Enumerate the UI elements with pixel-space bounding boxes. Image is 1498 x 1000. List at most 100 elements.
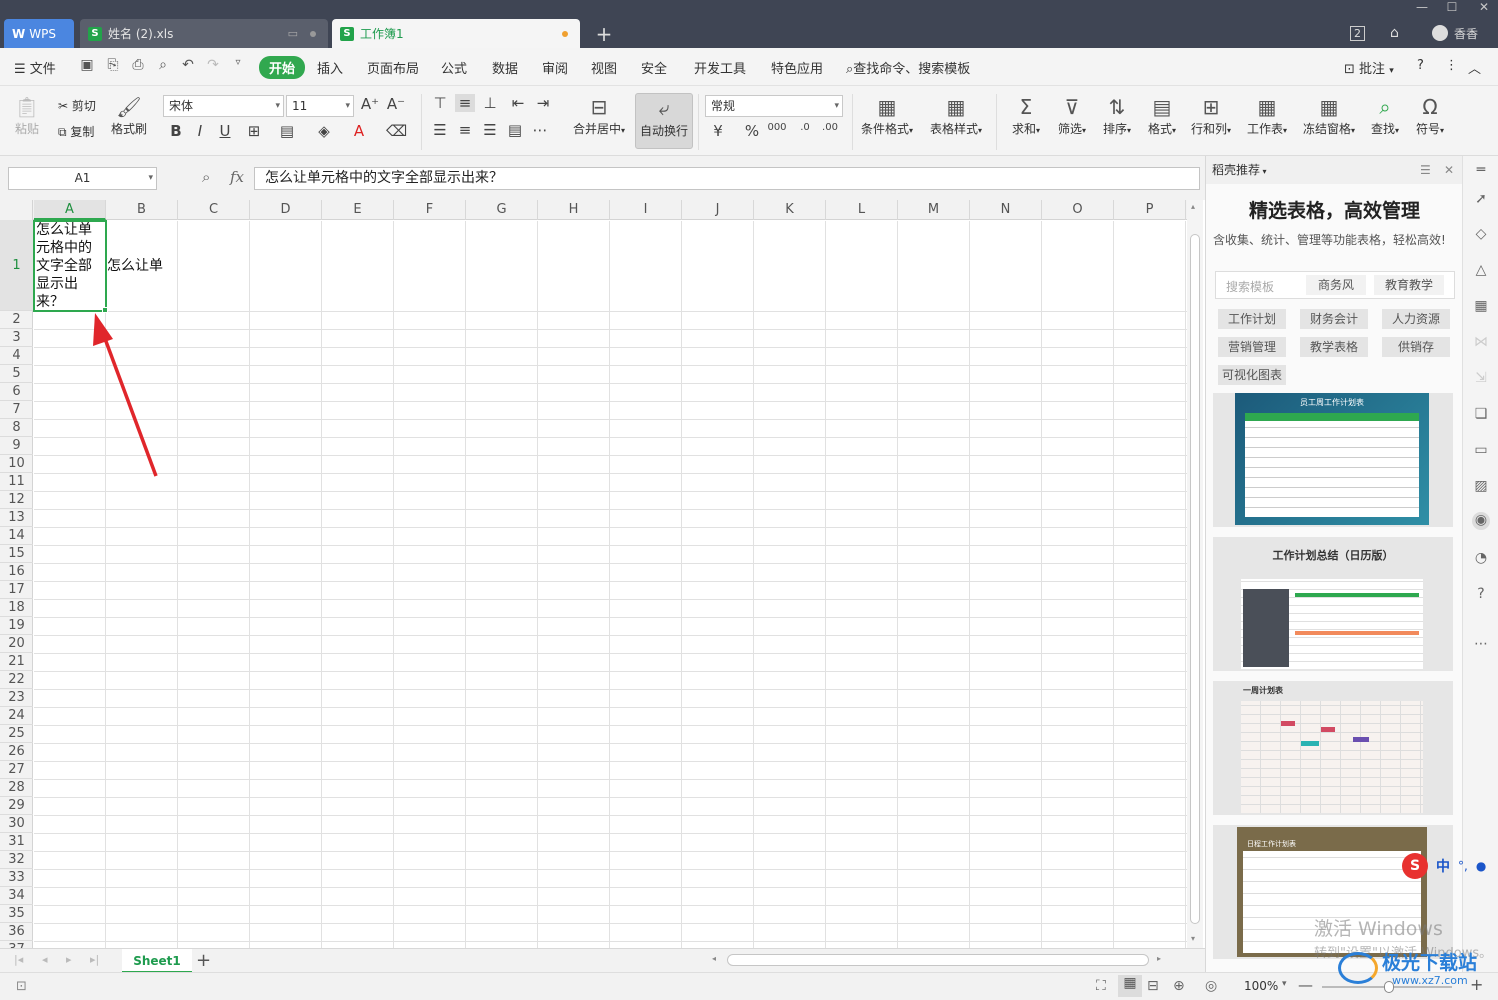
- sum-button[interactable]: Σ 求和▾: [1006, 94, 1046, 137]
- row-header-3[interactable]: 3: [0, 329, 33, 347]
- print-icon[interactable]: ⎙: [129, 57, 147, 75]
- template-search[interactable]: 搜索模板 商务风 教育教学: [1215, 271, 1455, 299]
- row-header-15[interactable]: 15: [0, 545, 33, 563]
- macro-icon[interactable]: ⊡: [16, 979, 27, 994]
- close-window-button[interactable]: ✕: [1472, 0, 1496, 14]
- row-header-35[interactable]: 35: [0, 905, 33, 923]
- paste-button[interactable]: 📋︎ 粘贴: [10, 94, 44, 137]
- backup-icon[interactable]: ⇲: [1472, 370, 1490, 388]
- sort-button[interactable]: ⇅ 排序▾: [1097, 94, 1137, 137]
- sheet-nav-last-icon[interactable]: ▸|: [90, 953, 99, 966]
- conditional-format-button[interactable]: ▦ 条件格式▾: [857, 94, 917, 137]
- reading-mode-icon[interactable]: ⊕: [1173, 978, 1185, 994]
- menu-tab-formula[interactable]: 公式: [441, 58, 467, 77]
- zoom-out-icon[interactable]: —: [1298, 976, 1313, 994]
- tab-file-xls[interactable]: S 姓名 (2).xls ▭: [80, 19, 328, 48]
- menu-tab-insert[interactable]: 插入: [317, 58, 343, 77]
- freeze-panes-button[interactable]: ▦ 冻结窗格▾: [1298, 94, 1360, 137]
- clock-icon[interactable]: ◔: [1472, 550, 1490, 568]
- column-header-i[interactable]: I: [610, 200, 682, 220]
- number-format-select[interactable]: 常规 ▾: [705, 95, 843, 117]
- fill-color-icon[interactable]: ◈: [314, 122, 334, 140]
- align-left-icon[interactable]: ☰: [430, 121, 450, 139]
- quick-access-dropdown-icon[interactable]: ▿: [229, 57, 247, 75]
- column-header-a[interactable]: A: [34, 200, 106, 220]
- row-header-30[interactable]: 30: [0, 815, 33, 833]
- help-circle-icon[interactable]: ?: [1472, 586, 1490, 604]
- find-button[interactable]: ⌕ 查找▾: [1365, 94, 1405, 137]
- tag-hr[interactable]: 人力资源: [1382, 309, 1450, 329]
- column-header-m[interactable]: M: [898, 200, 970, 220]
- row-header-5[interactable]: 5: [0, 365, 33, 383]
- symbol-button[interactable]: Ω 符号▾: [1410, 94, 1450, 137]
- align-bottom-icon[interactable]: ⊥: [480, 94, 500, 112]
- sheet-nav-prev-icon[interactable]: ◂: [42, 953, 48, 966]
- cell-a1[interactable]: 怎么让单元格中的文字全部显示出来？: [34, 221, 106, 311]
- column-header-e[interactable]: E: [322, 200, 394, 220]
- row-header-26[interactable]: 26: [0, 743, 33, 761]
- row-header-11[interactable]: 11: [0, 473, 33, 491]
- drag-handle-icon[interactable]: ═: [1472, 162, 1490, 180]
- row-header-32[interactable]: 32: [0, 851, 33, 869]
- row-header-27[interactable]: 27: [0, 761, 33, 779]
- menu-tab-page-layout[interactable]: 页面布局: [367, 58, 419, 77]
- search-tag-business[interactable]: 商务风: [1306, 275, 1366, 295]
- cell-style-icon[interactable]: ▤: [277, 122, 297, 140]
- column-header-f[interactable]: F: [394, 200, 466, 220]
- share-icon[interactable]: ⋈: [1472, 334, 1490, 352]
- italic-icon[interactable]: I: [190, 122, 210, 140]
- sheet-tab-sheet1[interactable]: Sheet1: [122, 949, 192, 973]
- font-color-icon[interactable]: A: [349, 122, 369, 140]
- maximize-button[interactable]: ☐: [1440, 0, 1464, 14]
- template-card-week-planner[interactable]: 一周计划表: [1213, 681, 1453, 815]
- fx-label[interactable]: fx: [230, 168, 244, 186]
- menu-tab-developer[interactable]: 开发工具: [694, 58, 746, 77]
- eye-protection-icon[interactable]: ◎: [1205, 978, 1217, 994]
- search-tag-education[interactable]: 教育教学: [1374, 275, 1444, 295]
- new-tab-button[interactable]: +: [594, 19, 614, 48]
- zoom-search-icon[interactable]: ⌕: [202, 168, 210, 186]
- file-menu[interactable]: ☰ 文件: [14, 58, 56, 77]
- panel-menu-icon[interactable]: ☰: [1420, 156, 1431, 184]
- row-header-6[interactable]: 6: [0, 383, 33, 401]
- collapse-ribbon-icon[interactable]: ︿: [1468, 58, 1481, 77]
- annotate-button[interactable]: ⊡ 批注 ▾: [1344, 58, 1394, 77]
- row-header-37[interactable]: 37: [0, 941, 33, 948]
- select-pointer-icon[interactable]: ➚: [1472, 191, 1490, 209]
- indent-decrease-icon[interactable]: ⇤: [508, 94, 528, 112]
- column-header-p[interactable]: P: [1114, 200, 1186, 220]
- formula-input[interactable]: 怎么让单元格中的文字全部显示出来？: [254, 167, 1200, 190]
- sheet-nav-first-icon[interactable]: |◂: [14, 953, 23, 966]
- align-right-icon[interactable]: ☰: [480, 121, 500, 139]
- shapes-icon[interactable]: ◇: [1472, 226, 1490, 244]
- menu-tab-review[interactable]: 审阅: [542, 58, 568, 77]
- minimize-button[interactable]: —: [1410, 0, 1434, 14]
- font-size-select[interactable]: 11 ▾: [286, 95, 354, 117]
- clear-format-icon[interactable]: ⌫: [386, 122, 407, 140]
- menu-tab-security[interactable]: 安全: [641, 58, 667, 77]
- row-header-24[interactable]: 24: [0, 707, 33, 725]
- zoom-level[interactable]: 100%: [1244, 979, 1278, 993]
- font-name-select[interactable]: 宋体 ▾: [163, 95, 284, 117]
- scroll-right-icon[interactable]: ▸: [1157, 954, 1161, 963]
- help-icon[interactable]: ?: [1417, 58, 1424, 73]
- increase-decimal-icon[interactable]: .0: [795, 122, 815, 133]
- decrease-font-icon[interactable]: A⁻: [386, 95, 406, 113]
- row-header-17[interactable]: 17: [0, 581, 33, 599]
- row-header-10[interactable]: 10: [0, 455, 33, 473]
- row-header-29[interactable]: 29: [0, 797, 33, 815]
- tab-wps-home[interactable]: W WPS: [4, 19, 74, 48]
- row-header-22[interactable]: 22: [0, 671, 33, 689]
- align-center-icon[interactable]: ≡: [455, 121, 475, 139]
- cell-b1[interactable]: 怎么让单: [107, 257, 187, 275]
- user-account[interactable]: 香香: [1432, 20, 1478, 46]
- increase-font-icon[interactable]: A⁺: [360, 95, 380, 113]
- sheet-nav-next-icon[interactable]: ▸: [66, 953, 72, 966]
- template-search-input[interactable]: 搜索模板: [1226, 278, 1274, 295]
- row-header-4[interactable]: 4: [0, 347, 33, 365]
- row-header-23[interactable]: 23: [0, 689, 33, 707]
- more-dots-icon[interactable]: ⋯: [1472, 636, 1490, 654]
- documents-icon[interactable]: ❏: [1472, 406, 1490, 424]
- save-icon[interactable]: ▣: [78, 57, 96, 75]
- menu-tab-start[interactable]: 开始: [259, 56, 306, 79]
